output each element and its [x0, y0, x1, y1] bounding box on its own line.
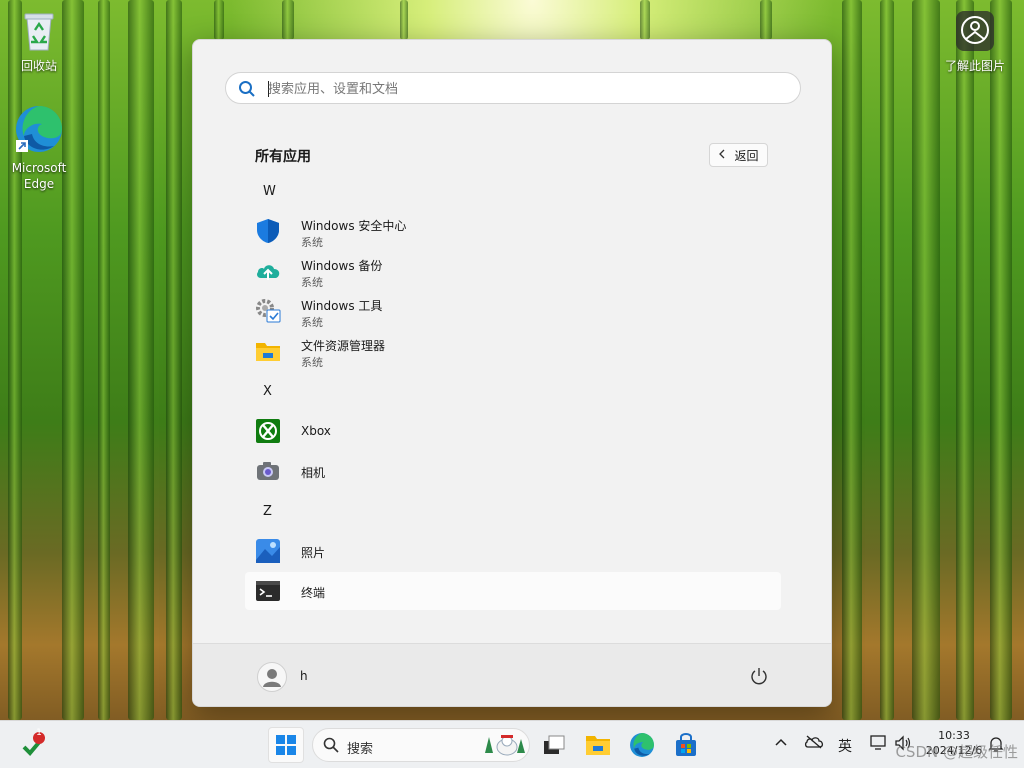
- cloud-backup-icon: [255, 258, 281, 284]
- task-view-icon: [544, 735, 565, 754]
- taskbar-search-label: 搜索: [347, 742, 374, 757]
- start-search-input[interactable]: [268, 79, 768, 99]
- app-name: 文件资源管理器: [301, 339, 386, 353]
- edge-label-line2: Edge: [23, 177, 55, 191]
- app-name: Windows 安全中心: [301, 219, 407, 233]
- app-terminal[interactable]: 终端: [245, 572, 781, 610]
- app-windows-security[interactable]: Windows 安全中心 系统: [245, 212, 781, 250]
- app-category: 系统: [301, 236, 323, 249]
- app-camera[interactable]: 相机: [245, 452, 781, 490]
- app-name: Xbox: [301, 424, 331, 438]
- shield-icon: [255, 218, 281, 244]
- widgets-button[interactable]: 1: [14, 727, 50, 763]
- section-letter-x[interactable]: X: [263, 384, 272, 399]
- camera-icon: [255, 458, 281, 484]
- watermark: CSDN @超级任性: [895, 743, 1018, 761]
- folder-icon: [255, 338, 281, 364]
- chevron-up-icon[interactable]: [774, 735, 788, 751]
- folder-icon: [586, 736, 610, 755]
- app-name: 终端: [301, 586, 326, 600]
- file-explorer-button[interactable]: [580, 727, 616, 763]
- app-name: 照片: [301, 546, 326, 560]
- onedrive-offline-icon[interactable]: [804, 735, 824, 753]
- user-icon: [263, 669, 281, 687]
- start-search-box[interactable]: [225, 72, 801, 104]
- taskbar: 1 搜索 英 10:33 2024/12/6: [0, 720, 1024, 768]
- recycle-bin-icon: [4, 10, 74, 56]
- app-name: Windows 备份: [301, 259, 383, 273]
- app-name: Windows 工具: [301, 299, 383, 313]
- network-icon[interactable]: [870, 735, 888, 755]
- notification-badge: 1: [36, 728, 42, 738]
- edge-icon: [4, 104, 74, 158]
- chevron-left-icon: [718, 148, 726, 162]
- start-button[interactable]: [268, 727, 304, 763]
- recycle-bin-shortcut[interactable]: 回收站: [4, 10, 74, 74]
- windows-logo-icon: [276, 735, 296, 755]
- edge-label-line1: Microsoft: [11, 161, 67, 175]
- app-windows-tools[interactable]: Windows 工具 系统: [245, 292, 781, 330]
- taskbar-search[interactable]: 搜索: [312, 728, 530, 762]
- store-bag-icon: [676, 733, 696, 756]
- learn-picture-label: 了解此图片: [944, 59, 1005, 73]
- edge-icon: [630, 733, 654, 757]
- photos-icon: [255, 538, 281, 564]
- start-menu: 所有应用 返回 W Windows 安全中心 系统 Windows 备份 系统 …: [192, 39, 832, 707]
- app-windows-backup[interactable]: Windows 备份 系统: [245, 252, 781, 290]
- search-highlight-icon: [479, 733, 525, 761]
- section-letter-z[interactable]: Z: [263, 504, 272, 519]
- xbox-icon: [255, 418, 281, 444]
- terminal-icon: [255, 578, 281, 604]
- app-xbox[interactable]: Xbox: [245, 412, 781, 450]
- store-button[interactable]: [668, 727, 704, 763]
- start-footer: h: [193, 643, 831, 706]
- back-label: 返回: [734, 148, 759, 163]
- all-apps-title: 所有应用: [255, 149, 311, 165]
- task-view-button[interactable]: [536, 727, 572, 763]
- learn-about-picture-shortcut[interactable]: 了解此图片: [940, 10, 1010, 74]
- app-name: 相机: [301, 466, 326, 480]
- app-photos[interactable]: 照片: [245, 532, 781, 570]
- search-icon: [238, 80, 256, 102]
- user-avatar[interactable]: [257, 662, 287, 692]
- app-category: 系统: [301, 316, 323, 329]
- app-category: 系统: [301, 356, 323, 369]
- ime-indicator[interactable]: 英: [838, 736, 852, 756]
- edge-taskbar-button[interactable]: [624, 727, 660, 763]
- recycle-bin-label: 回收站: [20, 59, 57, 73]
- tools-gear-icon: [255, 298, 281, 324]
- back-button[interactable]: 返回: [709, 143, 768, 167]
- app-category: 系统: [301, 276, 323, 289]
- user-name[interactable]: h: [300, 669, 308, 683]
- edge-shortcut[interactable]: Microsoft Edge: [4, 104, 74, 192]
- power-icon: [751, 668, 767, 685]
- section-letter-w[interactable]: W: [263, 184, 276, 199]
- app-file-explorer[interactable]: 文件资源管理器 系统: [245, 332, 781, 370]
- learn-picture-icon: [940, 10, 1010, 56]
- search-icon: [323, 737, 339, 757]
- power-button[interactable]: [749, 666, 769, 690]
